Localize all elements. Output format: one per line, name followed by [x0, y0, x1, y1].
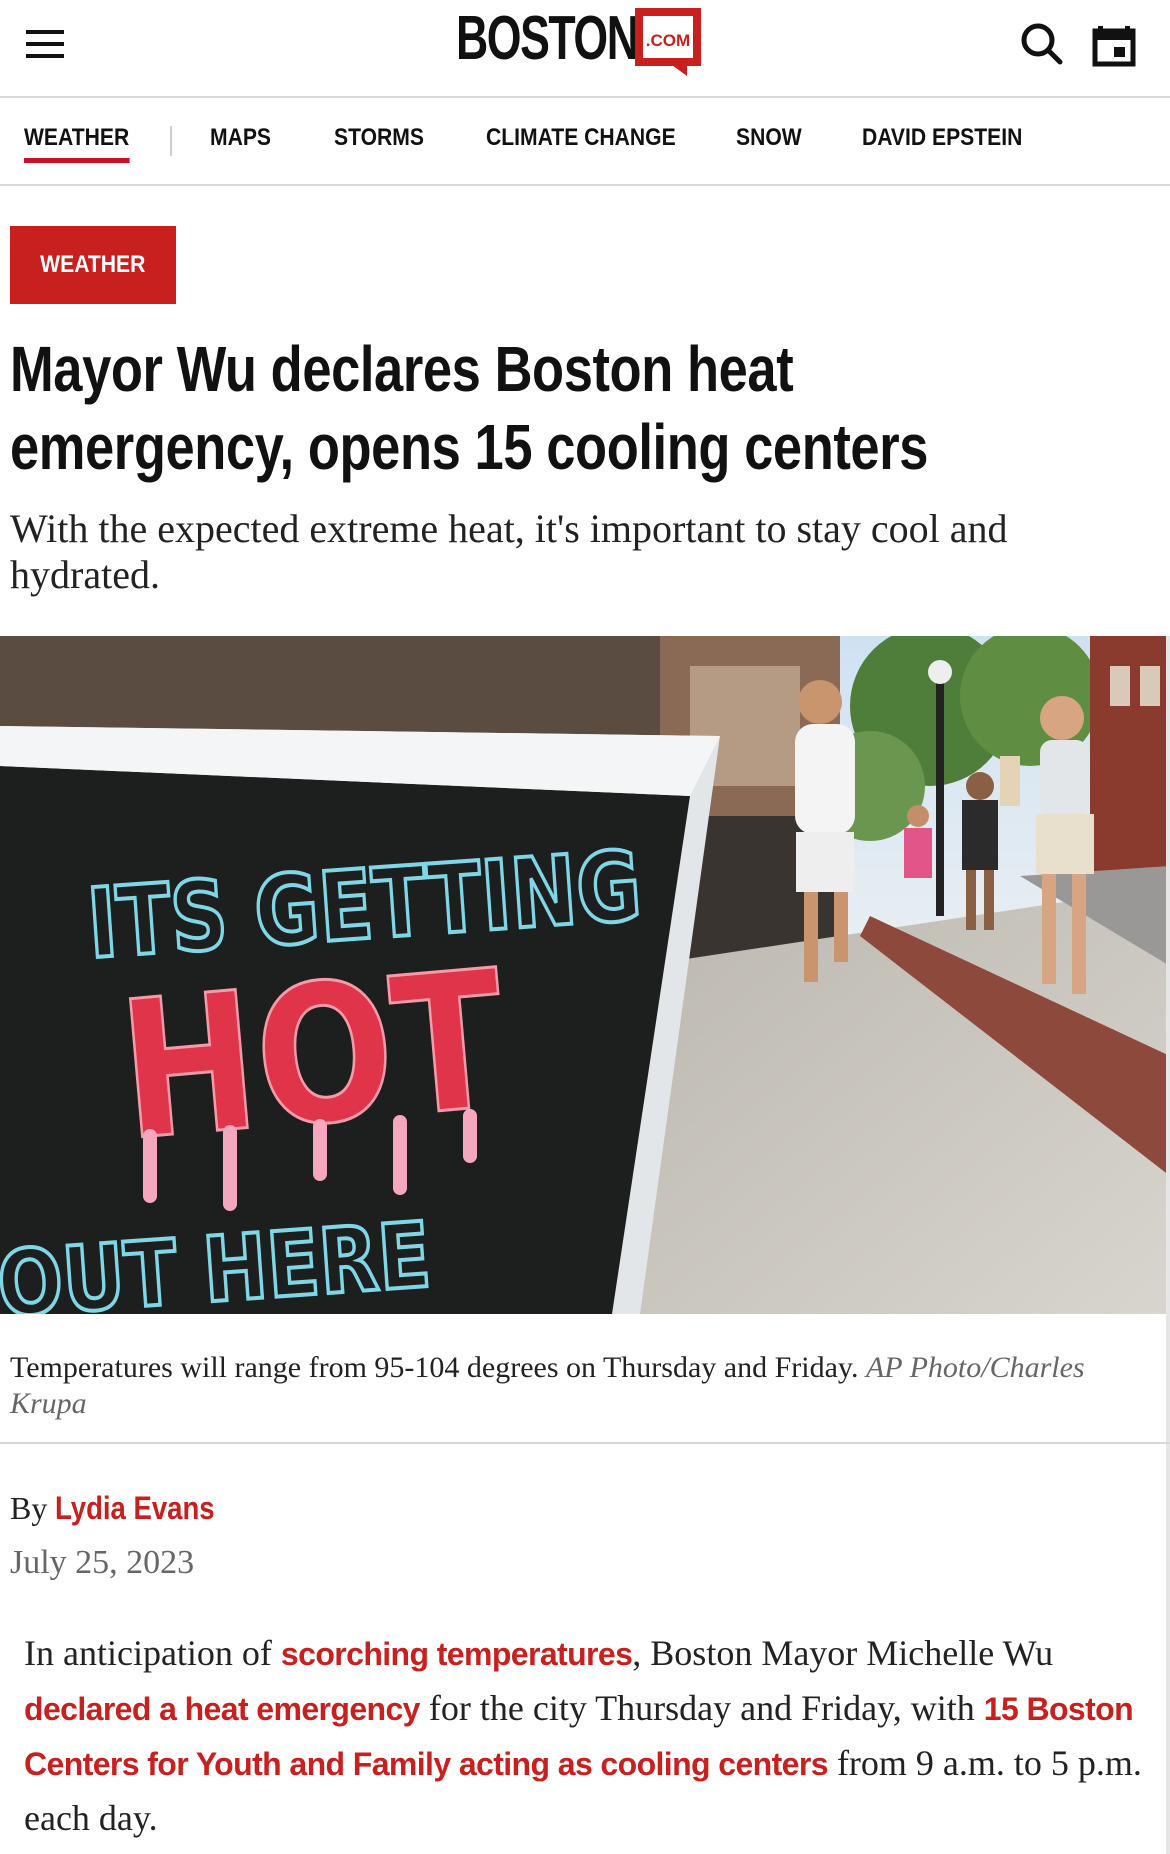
link-scorching-temperatures[interactable]: scorching temperatures	[281, 1636, 633, 1672]
article-page: BOSTON .COM WEATHER MAPS STORMS CLIMATE …	[0, 0, 1170, 1854]
hero-photo-illustration: ITS GETTING HOT OUT HERE	[0, 636, 1170, 1314]
search-icon[interactable]	[1018, 20, 1066, 68]
logo-badge-text: .COM	[646, 31, 690, 50]
site-logo[interactable]: BOSTON .COM	[456, 4, 701, 80]
body-text-segment: In anticipation of	[24, 1633, 281, 1673]
logo-badge-icon: .COM	[635, 8, 701, 76]
hero-image: ITS GETTING HOT OUT HERE	[0, 636, 1170, 1314]
author-link[interactable]: Lydia Evans	[55, 1490, 215, 1527]
image-caption: Temperatures will range from 95-104 degr…	[10, 1350, 1150, 1422]
nav-item-climate-change[interactable]: CLIMATE CHANGE	[486, 124, 676, 152]
logo-wordmark: BOSTON	[456, 4, 639, 73]
body-text-segment: , Boston Mayor Michelle Wu	[632, 1633, 1054, 1673]
link-heat-emergency[interactable]: declared a heat emergency	[24, 1691, 420, 1727]
byline: By Lydia Evans	[10, 1490, 241, 1527]
nav-item-maps[interactable]: MAPS	[210, 124, 271, 152]
side-rule	[1166, 636, 1170, 1854]
section-tag-label: WEATHER	[40, 251, 146, 278]
calendar-icon[interactable]	[1090, 20, 1138, 68]
nav-item-weather[interactable]: WEATHER	[24, 124, 130, 163]
nav-item-snow[interactable]: SNOW	[736, 124, 802, 152]
hamburger-menu-icon[interactable]	[26, 28, 66, 60]
nav-item-david-epstein[interactable]: DAVID EPSTEIN	[862, 124, 1022, 152]
article-dek: With the expected extreme heat, it's imp…	[10, 506, 1008, 597]
weather-subnav: WEATHER MAPS STORMS CLIMATE CHANGE SNOW …	[0, 98, 1170, 186]
body-text-segment: for the city Thursday and Friday, with	[419, 1688, 984, 1728]
article-body-paragraph: In anticipation of scorching temperature…	[24, 1626, 1150, 1845]
section-tag-weather[interactable]: WEATHER	[10, 226, 176, 304]
caption-divider	[0, 1442, 1170, 1444]
publish-date: July 25, 2023	[10, 1544, 195, 1581]
byline-prefix: By	[10, 1490, 48, 1526]
nav-item-storms[interactable]: STORMS	[334, 124, 424, 152]
sign-line-2: HOT	[112, 929, 512, 1183]
article-headline: Mayor Wu declares Boston heat emergency,…	[10, 333, 928, 483]
site-header: BOSTON .COM	[0, 0, 1170, 98]
nav-divider	[170, 126, 172, 156]
caption-text: Temperatures will range from 95-104 degr…	[10, 1351, 859, 1384]
